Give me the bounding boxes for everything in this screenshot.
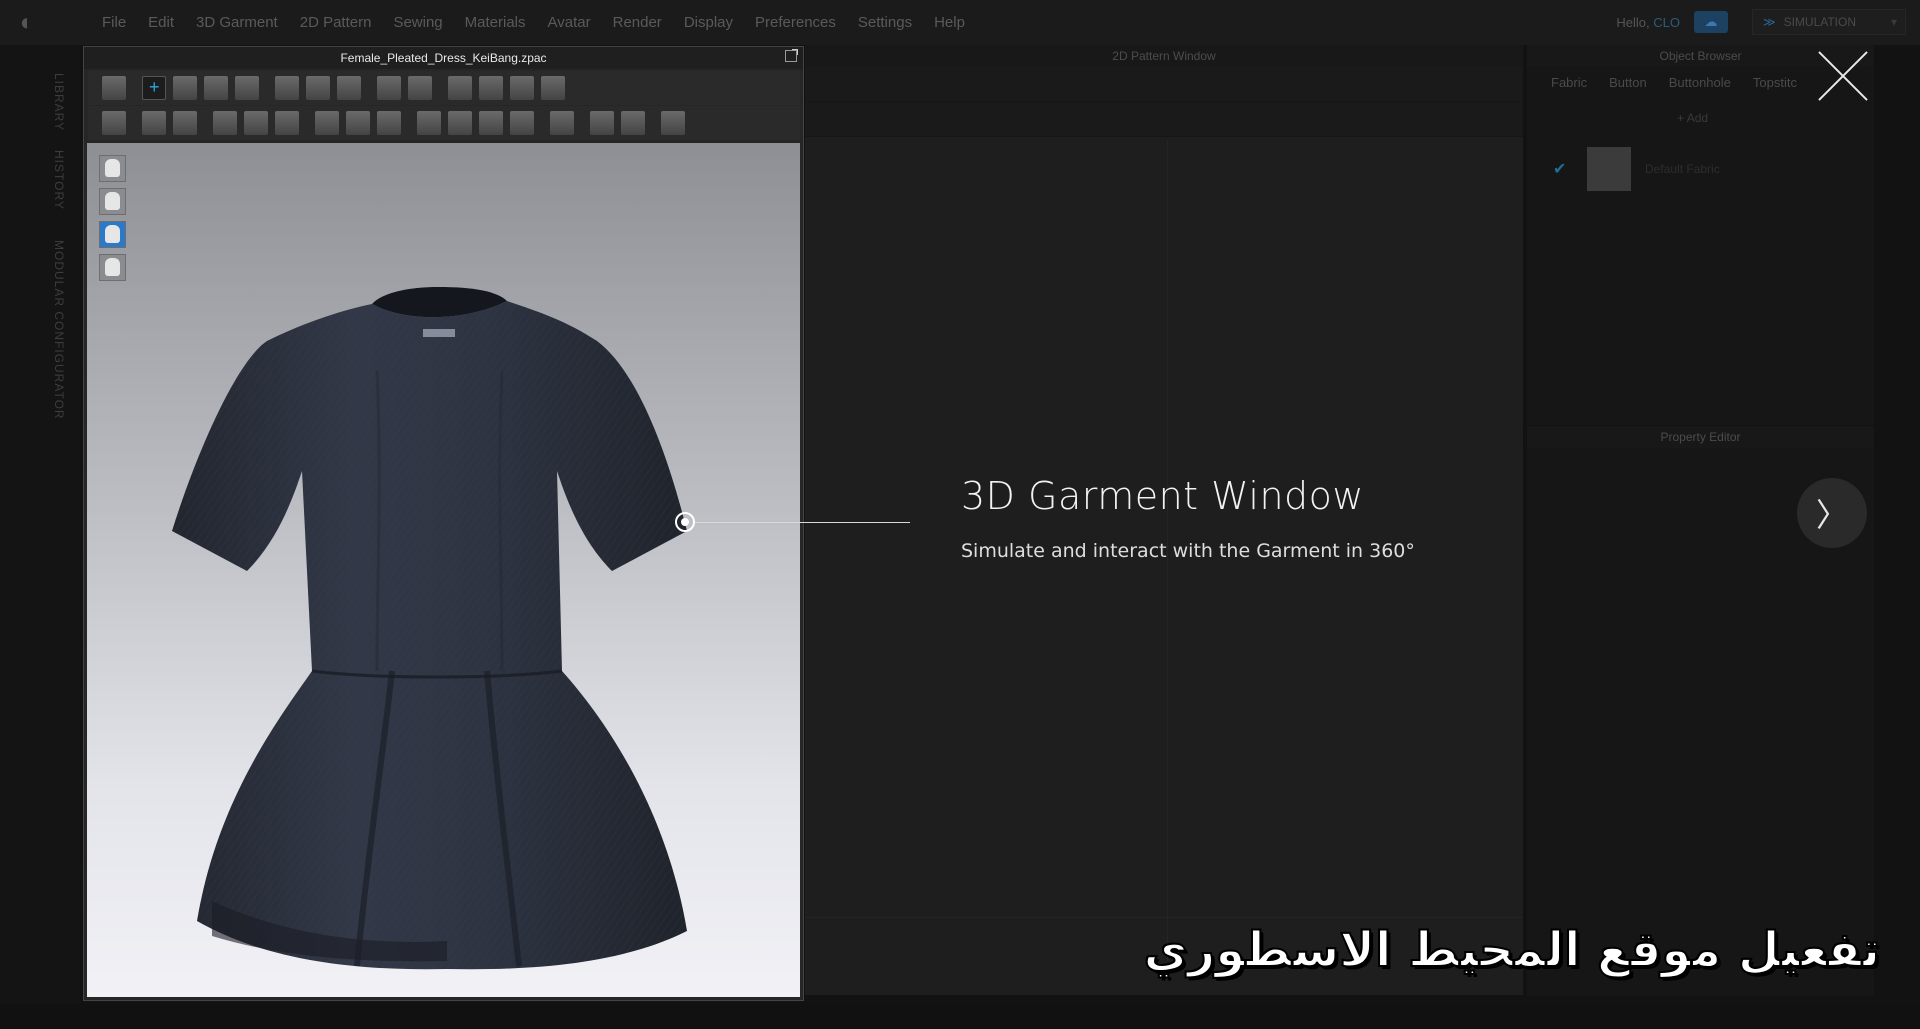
menu-display[interactable]: Display — [684, 14, 733, 31]
simulation-tool-icon[interactable] — [102, 76, 126, 100]
circumference-tool-icon[interactable] — [621, 111, 645, 135]
callout-connector-line — [695, 522, 910, 523]
menu-settings[interactable]: Settings — [858, 14, 912, 31]
texture-view-toggle-icon[interactable] — [99, 221, 126, 248]
strengthen-tool-icon[interactable] — [448, 76, 472, 100]
pin-tool-icon[interactable] — [275, 76, 299, 100]
sew-3d-icon[interactable] — [142, 111, 166, 135]
tab-fabric[interactable]: Fabric — [1551, 75, 1587, 90]
avatar-pose-icon[interactable] — [102, 111, 126, 135]
garment-fit-tool-icon[interactable] — [337, 76, 361, 100]
fabric-list-item[interactable]: ✔ Default Fabric — [1553, 147, 1720, 191]
menu-edit[interactable]: Edit — [148, 14, 174, 31]
chevron-right-icon: 〉 — [1815, 497, 1848, 533]
callout-hotspot — [675, 512, 695, 532]
tab-topstitch[interactable]: Topstitc — [1753, 75, 1797, 90]
checkmark-icon: ✔ — [1553, 161, 1567, 178]
fold-arrangement-tool-icon[interactable] — [235, 76, 259, 100]
stitch-tool-icon[interactable] — [377, 111, 401, 135]
garment-3d-viewport[interactable] — [87, 143, 800, 997]
user-name[interactable]: CLO — [1653, 15, 1680, 30]
shrinkage-tool-icon[interactable] — [479, 76, 503, 100]
simulation-icon: ≫ — [1763, 15, 1776, 29]
chevron-down-icon: ▾ — [1890, 15, 1897, 29]
menu-avatar[interactable]: Avatar — [548, 14, 591, 31]
pattern-grid-line — [805, 917, 1523, 918]
show-avatar-toggle-icon[interactable] — [99, 188, 126, 215]
tutorial-subtitle: Simulate and interact with the Garment i… — [961, 540, 1415, 562]
trace-tool-icon[interactable] — [315, 111, 339, 135]
pattern-toolbar-2 — [805, 102, 1523, 137]
add-label: Add — [1686, 111, 1709, 125]
menu-materials[interactable]: Materials — [465, 14, 526, 31]
status-bar — [0, 1004, 1920, 1029]
left-side-panel: LIBRARY HISTORY MODULAR CONFIGURATOR — [0, 45, 80, 1029]
line-tool-icon[interactable] — [479, 111, 503, 135]
menu-preferences[interactable]: Preferences — [755, 14, 836, 31]
cloud-icon[interactable]: ☁ — [1694, 11, 1728, 33]
align-tool-icon[interactable] — [661, 111, 685, 135]
transform-tool-icon[interactable] — [204, 76, 228, 100]
sew-3d-free-icon[interactable] — [173, 111, 197, 135]
tape-tool-icon[interactable] — [346, 111, 370, 135]
simulation-dropdown[interactable]: ≫ SIMULATION ▾ — [1752, 9, 1906, 35]
seam-tool-icon[interactable] — [510, 76, 534, 100]
garment-toolbar-1 — [88, 71, 800, 105]
fabric-name: Default Fabric — [1645, 162, 1720, 176]
watermark-text: تفعيل موقع المحيط الاسطوري — [1143, 921, 1881, 979]
tab-modular-configurator[interactable]: MODULAR CONFIGURATOR — [52, 240, 66, 420]
greeting-text: Hello, — [1616, 14, 1650, 30]
menu-help[interactable]: Help — [934, 14, 965, 31]
object-browser-actions: + Add — [1677, 111, 1768, 125]
menubar-right: Hello, CLO ☁ ≫ SIMULATION ▾ — [1616, 8, 1906, 36]
sewing-line-icon[interactable] — [541, 76, 565, 100]
next-step-button[interactable]: 〉 — [1797, 478, 1867, 548]
user-greeting: Hello, CLO — [1616, 15, 1680, 30]
menu-list: File Edit 3D Garment 2D Pattern Sewing M… — [102, 14, 987, 31]
garment-window-title: Female_Pleated_Dress_KeiBang.zpac — [84, 47, 803, 69]
dress-3d-model[interactable] — [127, 201, 757, 997]
property-editor-title: Property Editor — [1527, 426, 1874, 448]
pattern-layer-icon[interactable] — [408, 76, 432, 100]
tab-history[interactable]: HISTORY — [52, 150, 66, 210]
pattern-toolbar-1 — [805, 67, 1523, 102]
tab-library[interactable]: LIBRARY — [52, 73, 66, 131]
button-tool-icon[interactable] — [417, 111, 441, 135]
zipper-tool-icon[interactable] — [510, 111, 534, 135]
select-mesh-tool-icon[interactable] — [173, 76, 197, 100]
tab-buttonhole[interactable]: Buttonhole — [1669, 75, 1731, 90]
menu-2d-pattern[interactable]: 2D Pattern — [300, 14, 372, 31]
clo-logo-icon: ◐ — [19, 8, 35, 36]
select-move-tool-icon[interactable] — [142, 76, 166, 100]
menu-file[interactable]: File — [102, 14, 126, 31]
popout-window-icon[interactable] — [785, 49, 798, 62]
avatar-silhouette-toggle-icon[interactable] — [99, 254, 126, 281]
measure-tool-icon[interactable] — [550, 111, 574, 135]
show-garment-toggle-icon[interactable] — [99, 155, 126, 182]
add-fabric-button[interactable]: + Add — [1677, 111, 1738, 125]
simulation-label: SIMULATION — [1783, 15, 1857, 29]
tab-button[interactable]: Button — [1609, 75, 1647, 90]
ruler-tool-icon[interactable] — [590, 111, 614, 135]
garment-window: Female_Pleated_Dress_KeiBang.zpac — [83, 46, 804, 1001]
pattern-window: 2D Pattern Window — [805, 45, 1523, 995]
fabric-swatch — [1587, 147, 1631, 191]
close-tutorial-button[interactable] — [1815, 48, 1871, 104]
dress-label-tag — [423, 329, 455, 337]
menu-bar: ◐ File Edit 3D Garment 2D Pattern Sewing… — [0, 0, 1920, 45]
tutorial-title: 3D Garment Window — [961, 474, 1364, 518]
menu-sewing[interactable]: Sewing — [393, 14, 442, 31]
cut-tool-icon[interactable] — [213, 111, 237, 135]
menu-3d-garment[interactable]: 3D Garment — [196, 14, 278, 31]
cut-sew-tool-icon[interactable] — [244, 111, 268, 135]
menu-render[interactable]: Render — [613, 14, 662, 31]
tack-tool-icon[interactable] — [306, 76, 330, 100]
buttonhole-tool-icon[interactable] — [448, 111, 472, 135]
fold-tool-icon[interactable] — [275, 111, 299, 135]
show-garment-icon[interactable] — [377, 76, 401, 100]
garment-toolbar-2 — [88, 106, 800, 140]
pattern-window-title: 2D Pattern Window — [805, 45, 1523, 67]
